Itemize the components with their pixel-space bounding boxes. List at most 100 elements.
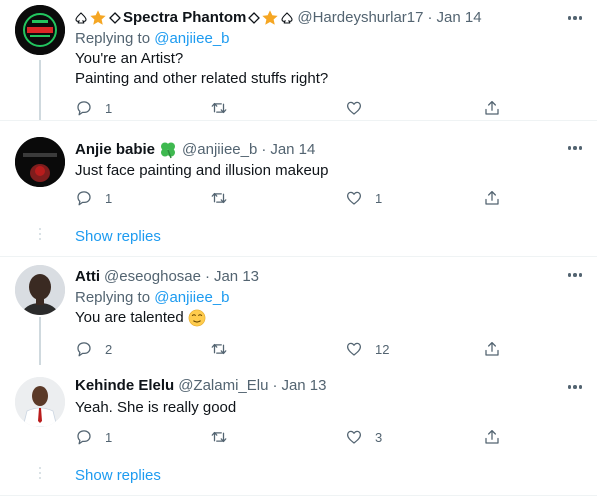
reply-icon xyxy=(77,101,91,116)
avatar[interactable] xyxy=(15,137,65,187)
reply-count: 2 xyxy=(105,341,113,357)
heart-eyes-emoji-icon xyxy=(188,309,206,327)
tweet-text-line: Painting and other related stuffs right? xyxy=(75,70,329,87)
retweet-icon xyxy=(211,192,227,204)
retweet-button[interactable] xyxy=(210,339,345,359)
tweet-actions: 2 12 xyxy=(75,339,515,359)
more-options-icon[interactable] xyxy=(566,13,584,23)
more-options-icon[interactable] xyxy=(566,382,584,392)
author-name[interactable]: Anjie babie xyxy=(75,140,178,160)
share-icon xyxy=(485,100,499,115)
tweet-text-line: You're an Artist? xyxy=(75,50,184,67)
author-name[interactable]: Spectra Phantom xyxy=(75,8,293,28)
reply-icon xyxy=(77,430,91,445)
author-handle[interactable]: @anjiiee_b xyxy=(182,140,257,160)
retweet-icon xyxy=(211,431,227,443)
reply-count: 1 xyxy=(105,429,113,445)
show-replies-link[interactable]: Show replies xyxy=(75,227,161,247)
replying-to-link[interactable]: @anjiiee_b xyxy=(154,30,229,47)
tweet-actions: 1 1 xyxy=(75,188,515,208)
tweet-date[interactable]: Jan 14 xyxy=(270,140,315,160)
heart-icon xyxy=(346,101,362,115)
author-name-text: Anjie babie xyxy=(75,141,156,158)
author-name-text: Spectra Phantom xyxy=(123,9,247,26)
separator-dot: · xyxy=(272,377,278,394)
replying-to: Replying to @anjiiee_b xyxy=(75,288,587,308)
tweet-actions: 1 3 xyxy=(75,427,515,447)
separator-dot: · xyxy=(204,268,210,285)
reply-icon xyxy=(77,342,91,357)
share-icon xyxy=(485,429,499,444)
avatar[interactable] xyxy=(15,377,65,427)
spade-icon xyxy=(281,12,293,24)
more-options-icon[interactable] xyxy=(566,143,584,153)
replying-to-link[interactable]: @anjiiee_b xyxy=(154,289,229,306)
like-button[interactable] xyxy=(345,98,483,118)
thread-continuation-dots xyxy=(38,228,42,240)
author-handle[interactable]: @eseoghosae xyxy=(104,267,201,287)
tweet-kehinde-elelu[interactable]: Kehinde Elelu @Zalami_Elu · Jan 13 Yeah.… xyxy=(0,365,597,455)
author-name[interactable]: Kehinde Elelu xyxy=(75,376,174,396)
show-replies-link[interactable]: Show replies xyxy=(75,466,161,486)
thread-line xyxy=(39,317,41,365)
retweet-icon xyxy=(211,102,227,114)
heart-icon xyxy=(346,342,362,356)
tweet-text-line: You are talented xyxy=(75,309,184,326)
clover-icon xyxy=(161,142,176,159)
author-name[interactable]: Atti xyxy=(75,267,100,287)
tweet-date[interactable]: Jan 13 xyxy=(214,267,259,287)
star-icon xyxy=(262,10,279,25)
tweet-anjie-babie[interactable]: Anjie babie @anjiiee_b · Jan 14 Just fac… xyxy=(0,121,597,216)
avatar-image xyxy=(15,137,65,187)
like-button[interactable]: 1 xyxy=(345,188,483,208)
tweet-date[interactable]: Jan 13 xyxy=(281,376,326,396)
share-button[interactable] xyxy=(483,98,501,118)
thread-line xyxy=(39,60,41,120)
reply-button[interactable]: 1 xyxy=(75,188,210,208)
share-button[interactable] xyxy=(483,427,501,447)
retweet-icon xyxy=(211,343,227,355)
author-handle[interactable]: @Zalami_Elu xyxy=(178,376,268,396)
like-count: 12 xyxy=(375,341,390,357)
more-options-icon[interactable] xyxy=(566,270,584,280)
tweet-text-line: Just face painting and illusion makeup xyxy=(75,162,329,179)
reply-button[interactable]: 1 xyxy=(75,98,210,118)
reply-icon xyxy=(77,191,91,206)
tweet-atti[interactable]: Atti @eseoghosae · Jan 13 Replying to @a… xyxy=(0,257,597,365)
reply-count: 1 xyxy=(105,100,113,116)
tweet-text: You are talented xyxy=(75,308,587,328)
share-icon xyxy=(485,190,499,205)
heart-icon xyxy=(346,430,362,444)
avatar-image xyxy=(15,265,65,315)
star-icon xyxy=(90,10,106,25)
avatar[interactable] xyxy=(15,265,65,315)
reply-count: 1 xyxy=(105,190,113,206)
diamond-icon xyxy=(248,12,261,24)
spade-icon xyxy=(75,12,87,24)
separator-dot: · xyxy=(261,141,267,158)
retweet-button[interactable] xyxy=(210,98,345,118)
like-button[interactable]: 3 xyxy=(345,427,483,447)
avatar[interactable] xyxy=(15,5,65,55)
share-icon xyxy=(485,341,499,356)
avatar-image xyxy=(15,377,65,427)
replying-to-prefix: Replying to xyxy=(75,289,155,306)
like-button[interactable]: 12 xyxy=(345,339,483,359)
retweet-button[interactable] xyxy=(210,427,345,447)
tweet-text-line: Yeah. She is really good xyxy=(75,399,237,416)
share-button[interactable] xyxy=(483,188,501,208)
retweet-button[interactable] xyxy=(210,188,345,208)
reply-button[interactable]: 1 xyxy=(75,427,210,447)
reply-button[interactable]: 2 xyxy=(75,339,210,359)
heart-icon xyxy=(346,191,362,205)
like-count: 1 xyxy=(375,190,383,206)
author-handle[interactable]: @Hardeyshurlar17 xyxy=(297,8,423,28)
thread-continuation-dots xyxy=(38,467,42,479)
tweet-spectra-phantom[interactable]: Spectra Phantom @Hardeyshurlar17 · Jan 1… xyxy=(0,0,597,120)
separator-dot: · xyxy=(427,9,433,26)
diamond-icon xyxy=(109,12,121,24)
avatar-image xyxy=(15,5,65,55)
share-button[interactable] xyxy=(483,339,501,359)
replying-to: Replying to @anjiiee_b xyxy=(75,29,587,49)
tweet-date[interactable]: Jan 14 xyxy=(437,8,482,28)
